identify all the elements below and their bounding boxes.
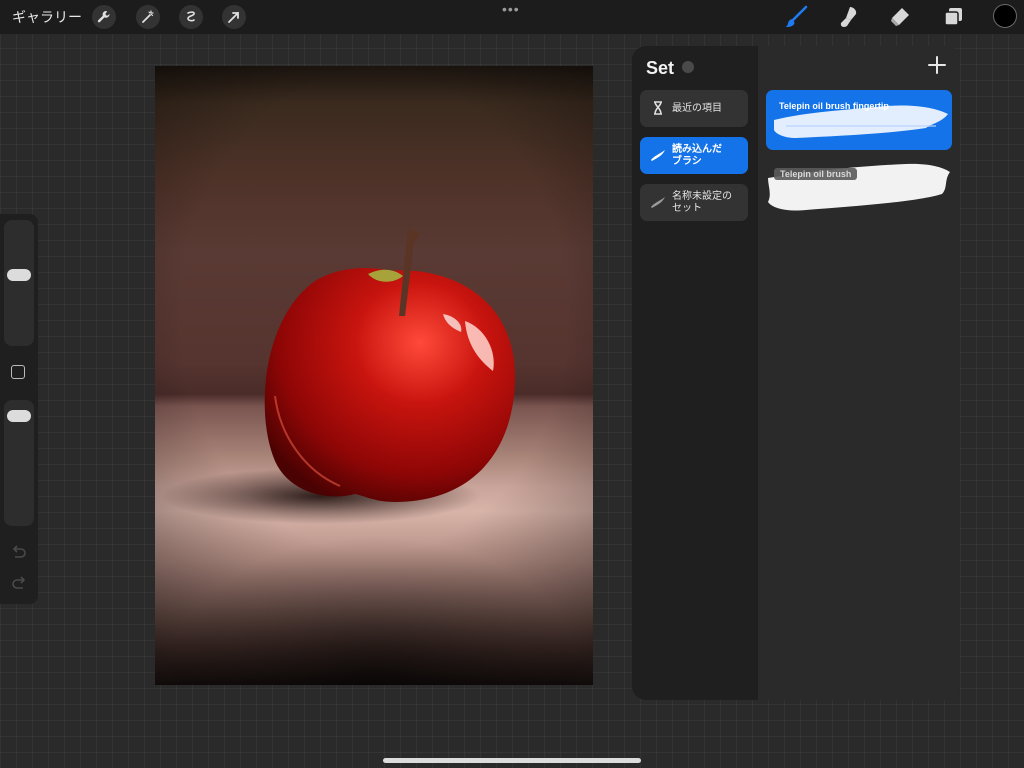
color-picker-button[interactable] — [993, 4, 1017, 28]
opacity-slider[interactable] — [4, 400, 34, 526]
home-indicator[interactable] — [383, 758, 641, 763]
more-options-indicator[interactable]: ••• — [502, 1, 520, 17]
actions-wrench-icon[interactable] — [92, 5, 116, 29]
brush-stroke-icon — [651, 150, 665, 161]
chevron-down-icon[interactable] — [682, 61, 694, 73]
set-item-recent[interactable]: 最近の項目 — [640, 90, 748, 127]
hourglass-icon — [654, 101, 662, 115]
brush-size-slider[interactable] — [4, 220, 34, 346]
brush-stroke-icon — [651, 197, 665, 208]
brush-card-telepin-fingertip[interactable]: Telepin oil brush fingertip — [766, 90, 952, 150]
set-item-imported-brushes[interactable]: 読み込んだ ブラシ — [640, 137, 748, 174]
apple-painting — [160, 228, 516, 524]
brush-size-thumb[interactable] — [7, 269, 31, 281]
drawing-canvas[interactable] — [155, 66, 593, 685]
transform-arrow-icon[interactable] — [222, 5, 246, 29]
set-item-label: 最近の項目 — [672, 102, 722, 114]
adjustments-magic-wand-icon[interactable] — [136, 5, 160, 29]
brush-icon[interactable] — [783, 4, 809, 30]
brush-stroke-preview — [768, 163, 950, 211]
eraser-icon[interactable] — [887, 4, 913, 30]
add-brush-set-button[interactable] — [926, 54, 948, 76]
brush-name: Telepin oil brush — [774, 168, 858, 180]
set-item-label: 名称未設定の セット — [672, 190, 732, 214]
top-toolbar: ギャラリー ••• — [0, 0, 1024, 34]
brush-card-telepin[interactable]: Telepin oil brush — [766, 158, 952, 218]
opacity-thumb[interactable] — [7, 410, 31, 422]
brush-library-panel: Set 最近の項目 読み込んだ ブラシ 名称未設定の セット Telepin o… — [632, 46, 960, 700]
panel-title: Set — [646, 58, 675, 78]
selection-icon[interactable] — [179, 5, 203, 29]
gallery-button[interactable]: ギャラリー — [12, 7, 82, 27]
modify-button[interactable] — [11, 365, 25, 379]
brush-stroke-preview — [774, 105, 948, 138]
set-item-label: 読み込んだ ブラシ — [672, 143, 722, 167]
set-item-untitled-set[interactable]: 名称未設定の セット — [640, 184, 748, 221]
smudge-icon[interactable] — [835, 4, 861, 30]
layers-icon[interactable] — [940, 4, 966, 30]
brush-name: Telepin oil brush fingertip — [779, 101, 889, 111]
undo-icon[interactable] — [10, 543, 28, 561]
left-sidebar — [0, 214, 38, 604]
redo-icon[interactable] — [10, 574, 28, 592]
